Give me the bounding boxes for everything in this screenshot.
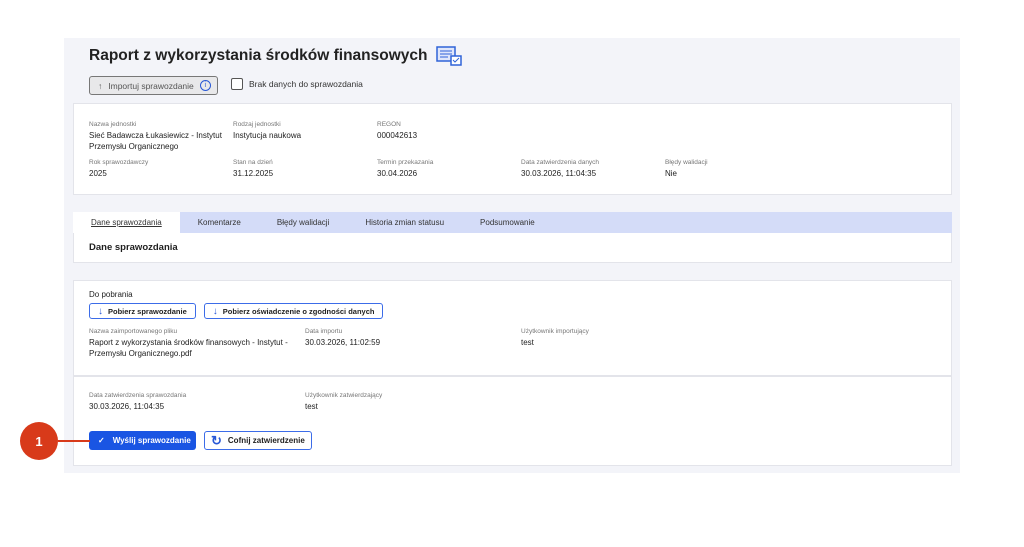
tab-historia-zmian-statusu[interactable]: Historia zmian statusu xyxy=(347,212,462,233)
section-title: Dane sprawozdania xyxy=(89,242,178,253)
approval-card: Data zatwierdzenia sprawozdania 30.03.202… xyxy=(73,376,952,466)
field-value: Sieć Badawcza Łukasiewicz - Instytut Prz… xyxy=(89,130,224,152)
step-marker: 1 xyxy=(20,422,58,460)
button-label: Pobierz sprawozdanie xyxy=(108,307,187,316)
field-value: 000042613 xyxy=(377,130,417,141)
tab-bar: Dane sprawozdania Komentarze Błędy walid… xyxy=(73,212,952,233)
field-label: Termin przekazania xyxy=(377,159,433,166)
field-label: Data importu xyxy=(305,328,380,335)
button-label: Cofnij zatwierdzenie xyxy=(228,436,305,445)
download-statement-button[interactable]: ↓ Pobierz oświadczenie o zgodności danych xyxy=(204,303,384,319)
arrow-down-icon: ↓ xyxy=(98,306,103,317)
check-icon: ✓ xyxy=(98,436,105,445)
field-label: Użytkownik zatwierdzający xyxy=(305,392,382,399)
arrow-down-icon: ↓ xyxy=(213,306,218,317)
page-title: Raport z wykorzystania środków finansowy… xyxy=(89,46,462,66)
tab-dane-sprawozdania[interactable]: Dane sprawozdania xyxy=(73,212,180,233)
tab-komentarze[interactable]: Komentarze xyxy=(180,212,259,233)
section-header: Dane sprawozdania xyxy=(73,233,952,263)
undo-approval-button[interactable]: ↻ Cofnij zatwierdzenie xyxy=(204,431,312,450)
tab-podsumowanie[interactable]: Podsumowanie xyxy=(462,212,553,233)
no-data-checkbox[interactable]: Brak danych do sprawozdania xyxy=(231,78,363,90)
field-value: test xyxy=(521,337,589,348)
field-value: Raport z wykorzystania środków finansowy… xyxy=(89,337,289,359)
field-label: Rodzaj jednostki xyxy=(233,121,301,128)
field-value: 30.03.2026, 11:04:35 xyxy=(89,401,186,412)
field-value: Nie xyxy=(665,168,708,179)
main-panel: Raport z wykorzystania środków finansowy… xyxy=(64,38,960,473)
field-value: 2025 xyxy=(89,168,148,179)
button-label: Pobierz oświadczenie o zgodności danych xyxy=(223,307,375,316)
tab-bledy-walidacji[interactable]: Błędy walidacji xyxy=(259,212,347,233)
field-value: Instytucja naukowa xyxy=(233,130,301,141)
downloads-heading: Do pobrania xyxy=(89,289,133,300)
field-label: Nazwa jednostki xyxy=(89,121,224,128)
title-text: Raport z wykorzystania środków finansowy… xyxy=(89,47,428,65)
field-label: REGON xyxy=(377,121,417,128)
field-value: test xyxy=(305,401,382,412)
field-label: Użytkownik importujący xyxy=(521,328,589,335)
checkbox-label: Brak danych do sprawozdania xyxy=(249,79,363,89)
unit-info-card: Nazwa jednostki Sieć Badawcza Łukasiewicz… xyxy=(73,103,952,195)
refresh-icon: ↻ xyxy=(211,433,222,449)
arrow-up-icon: ↑ xyxy=(98,81,102,91)
field-value: 30.03.2026, 11:04:35 xyxy=(521,168,599,179)
field-label: Data zatwierdzenia sprawozdania xyxy=(89,392,186,399)
checkbox-box[interactable] xyxy=(231,78,243,90)
send-report-button[interactable]: ✓ Wyślij sprawozdanie xyxy=(89,431,196,450)
field-value: 31.12.2025 xyxy=(233,168,273,179)
field-label: Data zatwierdzenia danych xyxy=(521,159,599,166)
report-icon xyxy=(436,46,462,66)
field-label: Nazwa zaimportowanego pliku xyxy=(89,328,289,335)
info-icon[interactable]: i xyxy=(200,80,211,91)
download-report-button[interactable]: ↓ Pobierz sprawozdanie xyxy=(89,303,196,319)
import-label: Importuj sprawozdanie xyxy=(108,81,194,91)
marker-connector xyxy=(58,440,90,442)
field-label: Błędy walidacji xyxy=(665,159,708,166)
field-label: Stan na dzień xyxy=(233,159,273,166)
downloads-card: Do pobrania ↓ Pobierz sprawozdanie ↓ Pobie… xyxy=(73,280,952,376)
button-label: Wyślij sprawozdanie xyxy=(113,436,191,445)
field-value: 30.04.2026 xyxy=(377,168,433,179)
import-report-button[interactable]: ↑ Importuj sprawozdanie i xyxy=(89,76,218,95)
field-value: 30.03.2026, 11:02:59 xyxy=(305,337,380,348)
field-label: Rok sprawozdawczy xyxy=(89,159,148,166)
